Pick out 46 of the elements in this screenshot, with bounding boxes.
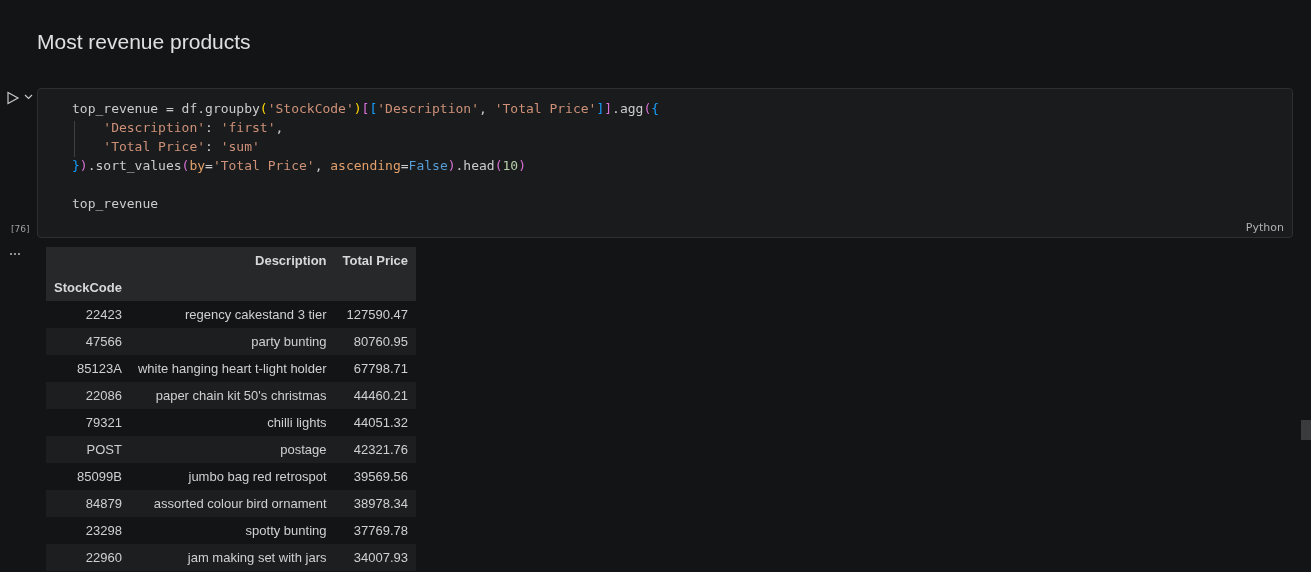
- column-header: Description: [129, 247, 335, 274]
- index-cell: 22086: [46, 382, 130, 409]
- table-cell: regency cakestand 3 tier: [129, 301, 335, 328]
- markdown-heading: Most revenue products: [36, 29, 252, 55]
- index-cell: 85123A: [46, 355, 130, 382]
- table-cell: 80760.95: [334, 328, 417, 355]
- table-cell: 127590.47: [334, 301, 417, 328]
- index-cell: 85099B: [46, 463, 130, 490]
- more-icon[interactable]: [9, 252, 21, 256]
- scrollbar-thumb[interactable]: [1301, 420, 1311, 440]
- code-line: top_revenue: [72, 195, 159, 213]
- code-line: 'Description': 'first',: [102, 119, 284, 137]
- caret-icon[interactable]: [24, 94, 33, 100]
- index-cell: 84879: [46, 490, 130, 517]
- code-cell[interactable]: top_revenue = df.groupby('StockCode')[['Description', 'Total Price']].agg({ 'Description': 'first', 'Total Price': 'sum' }).sort_values(by='Total Price', ascending=False).head(10) top_revenue Python: [37, 88, 1293, 238]
- language-label[interactable]: Python: [1245, 221, 1284, 234]
- table-cell: spotty bunting: [129, 517, 335, 544]
- run-icon[interactable]: [6, 91, 20, 105]
- column-header: Total Price: [334, 247, 417, 274]
- index-header: StockCode: [46, 274, 130, 301]
- table-cell: 44051.32: [334, 409, 417, 436]
- table-cell: 34007.93: [334, 544, 417, 571]
- index-cell: 79321: [46, 409, 130, 436]
- table-cell: 38978.34: [334, 490, 417, 517]
- code-line: }).sort_values(by='Total Price', ascending=False).head(10): [72, 157, 526, 175]
- code-line: 'Total Price': 'sum': [102, 138, 260, 156]
- table-cell: chilli lights: [129, 409, 335, 436]
- index-cell: 22423: [46, 301, 130, 328]
- table-cell: 44460.21: [334, 382, 417, 409]
- table-cell: paper chain kit 50's christmas: [129, 382, 335, 409]
- code-line: top_revenue = df.groupby('StockCode')[['Description', 'Total Price']].agg({: [72, 100, 660, 118]
- table-cell: 67798.71: [334, 355, 417, 382]
- table-cell: 39569.56: [334, 463, 417, 490]
- index-cell: 47566: [46, 328, 130, 355]
- table-cell: 42321.76: [334, 436, 417, 463]
- index-cell: 22960: [46, 544, 130, 571]
- execution-count: [76]: [11, 224, 30, 234]
- table-cell: postage: [129, 436, 335, 463]
- table-cell: jumbo bag red retrospot: [129, 463, 335, 490]
- index-cell: POST: [46, 436, 130, 463]
- index-cell: 23298: [46, 517, 130, 544]
- table-cell: assorted colour bird ornament: [129, 490, 335, 517]
- table-cell: white hanging heart t-light holder: [129, 355, 335, 382]
- table-cell: 37769.78: [334, 517, 417, 544]
- table-cell: jam making set with jars: [129, 544, 335, 571]
- table-cell: party bunting: [129, 328, 335, 355]
